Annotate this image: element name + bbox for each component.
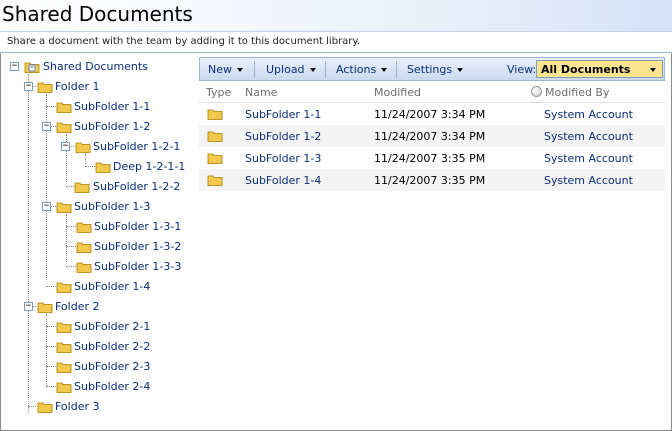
- settings-menu-label: Settings: [407, 63, 453, 76]
- collapse-icon[interactable]: −: [42, 122, 51, 131]
- tree-node-label[interactable]: Folder 2: [55, 300, 100, 313]
- column-header-name[interactable]: Name: [245, 86, 277, 99]
- folder-icon: [37, 402, 53, 413]
- row-modified-by-link[interactable]: System Account: [544, 152, 633, 165]
- tree-node-label[interactable]: SubFolder 1-1: [74, 100, 150, 113]
- upload-menu-button[interactable]: Upload: [266, 63, 316, 76]
- dropdown-arrow-icon: [237, 68, 243, 72]
- folder-icon: [75, 142, 91, 153]
- column-header-modified-by[interactable]: Modified By: [545, 86, 610, 99]
- column-header-type[interactable]: Type: [206, 86, 231, 99]
- tree-node-label[interactable]: Folder 3: [55, 400, 100, 413]
- folder-icon: [56, 202, 72, 213]
- tree-node-label[interactable]: Deep 1-2-1-1: [113, 160, 185, 173]
- view-select[interactable]: All Documents: [536, 60, 663, 78]
- folder-icon: [37, 302, 53, 313]
- page-title: Shared Documents: [2, 2, 193, 26]
- chevron-down-icon: [650, 68, 656, 72]
- folder-icon: [56, 122, 72, 133]
- folder-icon: [56, 322, 72, 333]
- tree-node-label[interactable]: SubFolder 1-3: [74, 200, 150, 213]
- tree-node-label[interactable]: SubFolder 1-3-1: [94, 220, 181, 233]
- tree-node-label[interactable]: SubFolder 2-3: [74, 360, 150, 373]
- folder-icon: [76, 222, 92, 233]
- page-description: Share a document with the team by adding…: [0, 32, 672, 53]
- tree-node-label[interactable]: SubFolder 1-4: [74, 280, 150, 293]
- view-select-value: All Documents: [541, 63, 631, 76]
- tree-node-label[interactable]: SubFolder 1-3-2: [94, 240, 181, 253]
- folder-icon: [56, 282, 72, 293]
- tree-node-label[interactable]: SubFolder 1-3-3: [94, 260, 181, 273]
- row-modified: 11/24/2007 3:34 PM: [374, 108, 486, 121]
- folder-icon: [56, 102, 72, 113]
- row-name-link[interactable]: SubFolder 1-2: [245, 130, 321, 143]
- list-toolbar: New Upload Actions Settings View: All Do…: [199, 57, 665, 81]
- folder-icon: [207, 175, 223, 186]
- folder-icon: [207, 153, 223, 164]
- dropdown-arrow-icon: [381, 68, 388, 72]
- tree-node-label[interactable]: SubFolder 2-2: [74, 340, 150, 353]
- row-name-link[interactable]: SubFolder 1-1: [245, 108, 321, 121]
- table-row[interactable]: SubFolder 1-3 11/24/2007 3:35 PM System …: [199, 147, 665, 169]
- tree-node-label[interactable]: SubFolder 1-2: [74, 120, 150, 133]
- dropdown-arrow-icon: [309, 68, 316, 72]
- folder-icon: [95, 162, 111, 173]
- tree-node-label[interactable]: Folder 1: [55, 80, 100, 93]
- table-row[interactable]: SubFolder 1-1 11/24/2007 3:34 PM System …: [199, 103, 665, 125]
- folder-icon: [207, 131, 223, 142]
- folder-tree: − Shared Documents − Folder 1 SubFolder …: [0, 56, 195, 426]
- presence-icon: [531, 86, 542, 97]
- row-name-link[interactable]: SubFolder 1-3: [245, 152, 321, 165]
- row-modified: 11/24/2007 3:34 PM: [374, 130, 486, 143]
- toolbar-separator: [325, 61, 326, 78]
- actions-menu-button[interactable]: Actions: [336, 63, 388, 76]
- tree-node-label[interactable]: Shared Documents: [43, 60, 148, 73]
- folder-icon: [37, 82, 53, 93]
- upload-menu-label: Upload: [266, 63, 305, 76]
- folder-icon: [207, 109, 223, 120]
- collapse-icon[interactable]: −: [61, 142, 70, 151]
- title-bar: Shared Documents: [0, 0, 672, 32]
- folder-icon: [74, 182, 90, 193]
- actions-menu-label: Actions: [336, 63, 377, 76]
- tree-node-label[interactable]: SubFolder 2-4: [74, 380, 150, 393]
- folder-icon: [56, 342, 72, 353]
- collapse-icon[interactable]: −: [24, 82, 33, 91]
- row-name-link[interactable]: SubFolder 1-4: [245, 174, 321, 187]
- toolbar-separator: [396, 61, 397, 78]
- row-modified-by-link[interactable]: System Account: [544, 108, 633, 121]
- folder-icon: [56, 362, 72, 373]
- dropdown-arrow-icon: [457, 68, 464, 72]
- row-modified-by-link[interactable]: System Account: [544, 174, 633, 187]
- row-modified-by-link[interactable]: System Account: [544, 130, 633, 143]
- toolbar-separator: [254, 61, 255, 78]
- new-menu-label: New: [208, 63, 232, 76]
- collapse-icon[interactable]: −: [24, 302, 33, 311]
- tree-node-label[interactable]: SubFolder 2-1: [74, 320, 150, 333]
- view-label: View:: [507, 63, 537, 76]
- collapse-icon[interactable]: −: [10, 62, 19, 71]
- tree-node-label[interactable]: SubFolder 1-2-1: [93, 140, 180, 153]
- column-header-modified[interactable]: Modified: [374, 86, 421, 99]
- tree-node-label[interactable]: SubFolder 1-2-2: [93, 180, 180, 193]
- folder-icon: [56, 382, 72, 393]
- table-row[interactable]: SubFolder 1-4 11/24/2007 3:35 PM System …: [199, 169, 665, 191]
- collapse-icon[interactable]: −: [42, 202, 51, 211]
- new-menu-button[interactable]: New: [208, 63, 243, 76]
- row-modified: 11/24/2007 3:35 PM: [374, 174, 486, 187]
- folder-icon: [76, 262, 92, 273]
- document-library-icon: [24, 62, 40, 73]
- folder-icon: [76, 242, 92, 253]
- row-modified: 11/24/2007 3:35 PM: [374, 152, 486, 165]
- settings-menu-button[interactable]: Settings: [407, 63, 464, 76]
- table-row[interactable]: SubFolder 1-2 11/24/2007 3:34 PM System …: [199, 125, 665, 147]
